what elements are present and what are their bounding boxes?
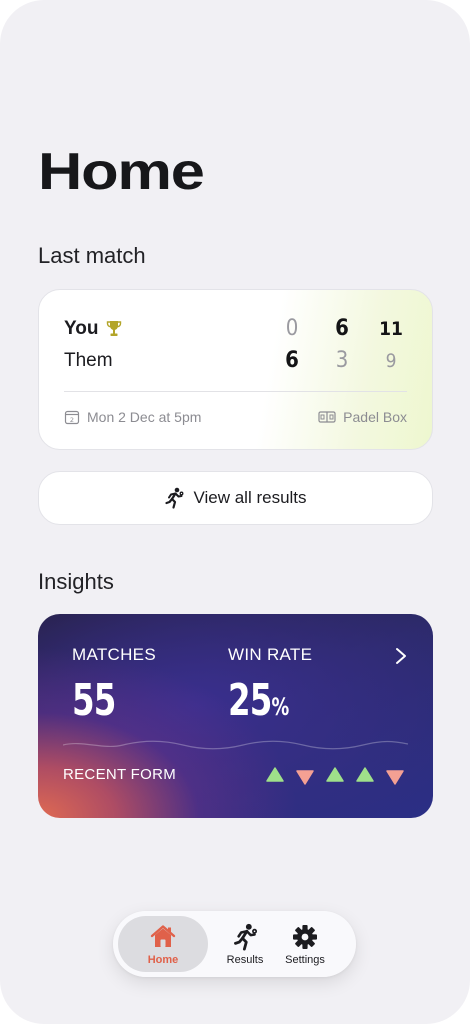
- win-rate-value: 25%: [228, 675, 289, 726]
- recent-form-indicators: [266, 767, 404, 785]
- trophy-icon: [107, 321, 122, 336]
- score-them-set-2: 3: [335, 348, 349, 373]
- score-you-set-3: 11: [379, 318, 403, 340]
- form-win-indicator: [326, 767, 344, 782]
- match-venue-text: Padel Box: [343, 409, 407, 425]
- team-row-them: Them: [64, 349, 113, 373]
- page-title: Home: [38, 143, 205, 201]
- form-win-indicator: [266, 767, 284, 782]
- tab-settings-label: Settings: [285, 953, 325, 966]
- calendar-icon: 2: [64, 410, 80, 425]
- view-all-results-button[interactable]: View all results: [38, 471, 433, 525]
- win-rate-label: WIN RATE: [228, 645, 313, 664]
- win-rate-number: 25: [228, 675, 272, 726]
- team-name-them: Them: [64, 350, 113, 371]
- score-them-set-3: 9: [385, 350, 397, 372]
- tab-results-label: Results: [226, 953, 264, 966]
- match-divider: [64, 391, 407, 392]
- matches-label: MATCHES: [72, 645, 156, 664]
- score-you-set-2: 6: [335, 316, 349, 341]
- last-match-card[interactable]: You Them 0 6 11 6 3 9 2 Mon 2 Dec at 5pm…: [38, 289, 433, 450]
- form-loss-indicator: [386, 770, 404, 785]
- calendar-icon-day: 2: [70, 416, 74, 424]
- tab-settings[interactable]: Settings: [260, 916, 350, 972]
- insights-heading: Insights: [38, 569, 114, 594]
- form-win-indicator: [356, 767, 374, 782]
- gear-icon: [293, 924, 317, 949]
- team-name-you: You: [64, 318, 99, 339]
- home-screen: Home Last match You Them 0 6 11 6 3 9 2 …: [0, 0, 470, 1024]
- tab-home[interactable]: Home: [118, 916, 208, 972]
- match-date: 2 Mon 2 Dec at 5pm: [64, 407, 201, 427]
- running-figure-icon: [234, 923, 258, 950]
- running-figure-icon: [165, 487, 184, 509]
- home-icon: [150, 924, 176, 947]
- win-rate-unit: %: [271, 693, 290, 721]
- score-them-set-1: 6: [285, 348, 299, 373]
- team-row-you: You: [64, 317, 122, 341]
- matches-value: 55: [72, 675, 116, 726]
- score-you-set-1: 0: [285, 316, 299, 341]
- match-venue: Padel Box: [318, 407, 407, 427]
- chevron-right-icon[interactable]: [394, 646, 408, 666]
- court-icon: [318, 411, 336, 423]
- match-date-text: Mon 2 Dec at 5pm: [87, 409, 202, 425]
- insights-card[interactable]: MATCHES 55 WIN RATE 25% RECENT FORM: [38, 614, 433, 818]
- tab-bar: Home Results Settings: [113, 911, 356, 977]
- tab-home-label: Home: [147, 953, 179, 966]
- recent-form-label: RECENT FORM: [63, 766, 177, 783]
- wave-divider: [63, 740, 408, 750]
- last-match-heading: Last match: [38, 243, 146, 268]
- view-all-results-label: View all results: [193, 488, 307, 507]
- form-loss-indicator: [296, 770, 314, 785]
